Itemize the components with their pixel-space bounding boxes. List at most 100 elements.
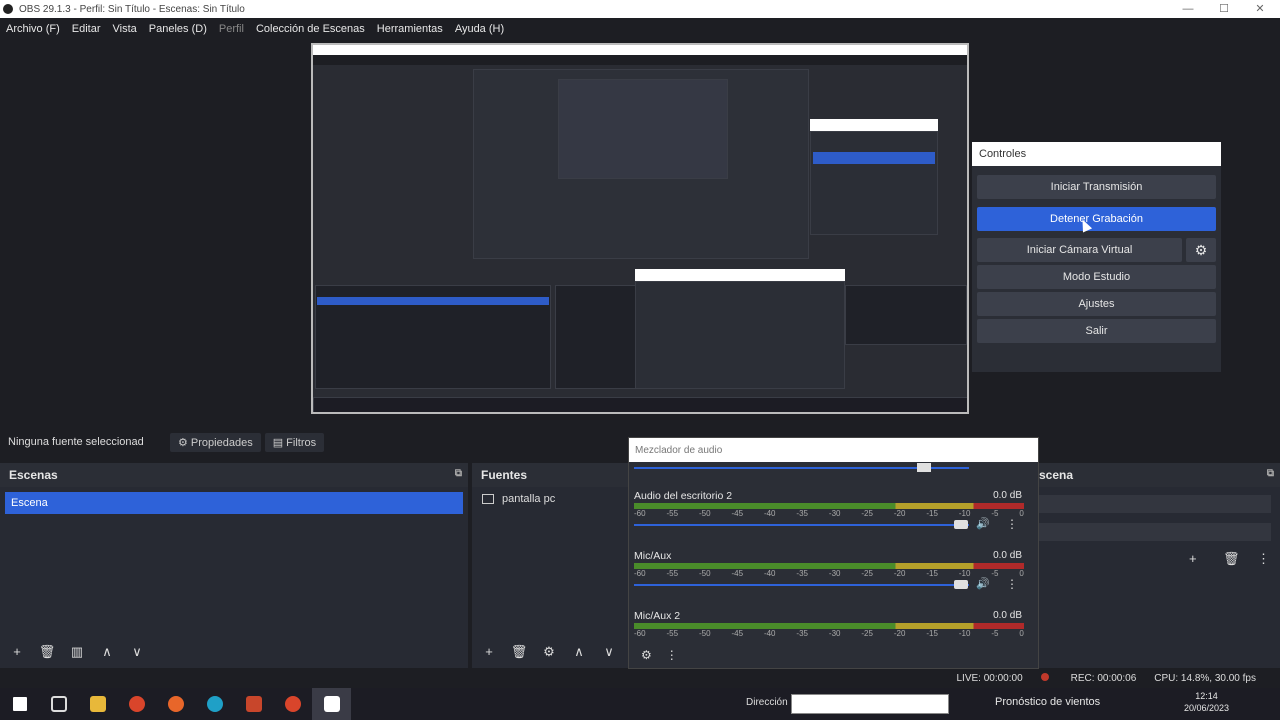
more-icon[interactable]: ⋮: [1006, 517, 1018, 531]
virtual-camera-button[interactable]: Iniciar Cámara Virtual: [977, 238, 1182, 262]
cpu-status: CPU: 14.8%, 30.00 fps: [1154, 672, 1256, 684]
more-icon[interactable]: ⋮: [666, 648, 678, 662]
float-icon[interactable]: ⧉: [455, 468, 462, 479]
nested-mixer: [635, 281, 845, 389]
mixer-tools: ⚙ ⋮: [641, 648, 678, 662]
filters-button[interactable]: ▤ Filtros: [264, 432, 325, 452]
channel-name: Audio del escritorio 2: [634, 490, 733, 502]
nested-mixer-head: [635, 269, 845, 281]
trash-icon[interactable]: 🗑: [508, 644, 530, 660]
menu-perfil[interactable]: Perfil: [213, 23, 250, 35]
transitions-title: scena ⧉: [1039, 463, 1280, 487]
windows-start-icon[interactable]: [0, 688, 39, 720]
volume-fader[interactable]: [634, 524, 969, 526]
meter-ticks: -60 -55 -50 -45 -40 -35 -30 -25 -20 -15 -10 -5 0: [634, 629, 1024, 638]
more-icon[interactable]: ⋮: [1006, 577, 1018, 591]
top-fader-knob[interactable]: [917, 463, 931, 472]
channel-name: Mic/Aux 2: [634, 610, 681, 622]
channel-name: Mic/Aux: [634, 550, 672, 562]
scene-item[interactable]: Escena: [5, 492, 463, 514]
rec-dot-icon: [1040, 672, 1049, 681]
menu-ayuda[interactable]: Ayuda (H): [449, 23, 510, 35]
filters-label: Filtros: [286, 436, 317, 449]
taskbar-clock[interactable]: 12:14 20/06/2023: [1184, 690, 1229, 714]
maximize-icon[interactable]: ☐: [1206, 0, 1242, 18]
scenes-dock: Escenas ⧉ Escena + 🗑 ▥ ∧ ∨: [0, 463, 468, 668]
close-icon[interactable]: ✕: [1242, 0, 1278, 18]
obs-taskbar-icon[interactable]: [312, 688, 351, 720]
transitions-title-text: scena: [1039, 468, 1074, 482]
float-icon[interactable]: ⧉: [1267, 468, 1274, 479]
menu-vista[interactable]: Vista: [107, 23, 143, 35]
monitor-icon: [482, 494, 494, 504]
exit-button[interactable]: Salir: [977, 319, 1216, 343]
add-icon[interactable]: +: [6, 644, 28, 660]
studio-mode-button[interactable]: Modo Estudio: [977, 265, 1216, 289]
menu-herramientas[interactable]: Herramientas: [371, 23, 449, 35]
file-explorer-icon[interactable]: [78, 688, 117, 720]
properties-label: Propiedades: [190, 436, 253, 449]
scenes-tools: + 🗑 ▥ ∧ ∨: [6, 644, 148, 660]
nested-controls: [810, 131, 938, 235]
firefox-icon[interactable]: [156, 688, 195, 720]
down-icon[interactable]: ∨: [598, 644, 620, 660]
chrome-icon-2[interactable]: [273, 688, 312, 720]
status-bar: LIVE: 00:00:00 REC: 00:00:06 CPU: 14.8%,…: [0, 669, 1280, 687]
start-stream-button[interactable]: Iniciar Transmisión: [977, 175, 1216, 199]
sources-title-text: Fuentes: [481, 468, 528, 482]
gear-icon[interactable]: ⚙: [538, 644, 560, 660]
trash-icon[interactable]: 🗑: [36, 644, 58, 660]
meter-ticks: -60 -55 -50 -45 -40 -35 -30 -25 -20 -15 -10 -5 0: [634, 569, 1024, 578]
nested-transitions: [845, 285, 967, 345]
no-source-label: Ninguna fuente seleccionad: [8, 436, 144, 448]
rec-status: REC: 00:00:06: [1040, 672, 1136, 684]
edge-icon[interactable]: [195, 688, 234, 720]
filter-icon[interactable]: ▥: [66, 644, 88, 660]
properties-button[interactable]: ⚙ Propiedades: [170, 432, 261, 452]
controls-title: Controles: [972, 142, 1221, 166]
menu-paneles[interactable]: Paneles (D): [143, 23, 213, 35]
address-input[interactable]: [791, 694, 949, 714]
down-icon[interactable]: ∨: [126, 644, 148, 660]
trash-icon[interactable]: 🗑: [1223, 551, 1240, 567]
menu-bar: Archivo (F) Editar Vista Paneles (D) Per…: [0, 18, 1280, 40]
fader-knob[interactable]: [954, 580, 968, 589]
weather-widget[interactable]: Pronóstico de vientos: [995, 696, 1100, 708]
preview-capture: [311, 43, 969, 414]
volume-fader[interactable]: [634, 584, 969, 586]
channel-db: 0.0 dB: [993, 490, 1022, 501]
menu-editar[interactable]: Editar: [66, 23, 107, 35]
powerpoint-icon[interactable]: [234, 688, 273, 720]
more-icon[interactable]: ⋮: [1257, 551, 1270, 567]
channel-db: 0.0 dB: [993, 550, 1022, 561]
speaker-icon[interactable]: 🔊: [976, 577, 990, 590]
source-item[interactable]: pantalla pc: [472, 487, 628, 511]
settings-icon[interactable]: ⚙: [641, 648, 652, 662]
sources-dock: Fuentes pantalla pc + 🗑 ⚙ ∧ ∨: [472, 463, 628, 668]
audio-mixer: Mezclador de audio Audio del escritorio …: [628, 437, 1039, 669]
nested-sources: [555, 285, 639, 389]
up-icon[interactable]: ∧: [568, 644, 590, 660]
settings-button[interactable]: Ajustes: [977, 292, 1216, 316]
live-status: LIVE: 00:00:00: [956, 672, 1023, 684]
add-icon[interactable]: +: [1189, 551, 1197, 566]
speaker-icon[interactable]: 🔊: [976, 517, 990, 530]
fader-knob[interactable]: [954, 520, 968, 529]
transition-select[interactable]: [1039, 495, 1271, 513]
menu-archivo[interactable]: Archivo (F): [0, 23, 66, 35]
nested-taskbar: [313, 397, 967, 412]
up-icon[interactable]: ∧: [96, 644, 118, 660]
nested-menubar: [313, 55, 967, 65]
window-title: OBS 29.1.3 - Perfil: Sin Título - Escena…: [19, 3, 245, 15]
stop-recording-button[interactable]: Detener Grabación: [977, 207, 1216, 231]
minimize-icon[interactable]: —: [1170, 0, 1206, 18]
transitions-dock: scena ⧉ + 🗑 ⋮: [1039, 463, 1280, 668]
menu-coleccion[interactable]: Colección de Escenas: [250, 23, 371, 35]
gear-icon[interactable]: ⚙: [1186, 238, 1216, 262]
chrome-icon[interactable]: [117, 688, 156, 720]
add-icon[interactable]: +: [478, 644, 500, 660]
duration-input[interactable]: [1039, 523, 1271, 541]
mixer-title: Mezclador de audio: [629, 438, 1038, 462]
obs-logo-icon: [3, 4, 13, 14]
task-view-icon[interactable]: [39, 688, 78, 720]
